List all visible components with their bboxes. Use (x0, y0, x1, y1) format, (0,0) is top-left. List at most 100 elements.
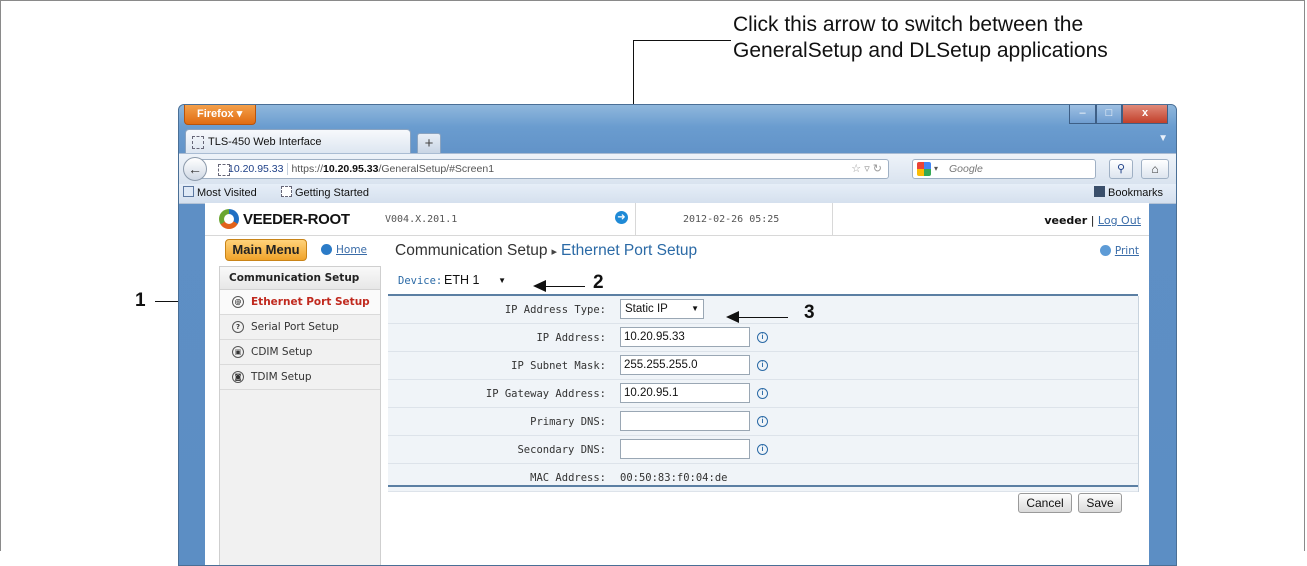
form-row-ip-address: IP Address: 10.20.95.33 i (388, 324, 1138, 352)
url-path: /GeneralSetup/#Screen1 (378, 163, 495, 175)
info-icon[interactable]: i (757, 444, 768, 455)
search-placeholder: Google (949, 163, 983, 175)
system-datetime: 2012-02-26 05:25 (683, 214, 780, 225)
secondary-dns-field[interactable] (620, 439, 750, 459)
chevron-down-icon: ▼ (498, 276, 506, 285)
app-header: VEEDER-ROOT V004.X.201.1 ➜ 2012-02-26 05… (205, 203, 1149, 236)
browser-tab[interactable]: TLS-450 Web Interface (185, 129, 411, 153)
bookmark-most-visited[interactable]: Most Visited (183, 184, 257, 203)
close-window-button[interactable]: x (1122, 105, 1168, 124)
search-engine-dropdown-icon[interactable]: ▾ (934, 160, 938, 178)
form-row-mac-address: MAC Address: 00:50:83:f0:04:de (388, 464, 1138, 492)
cancel-button[interactable]: Cancel (1018, 493, 1072, 513)
google-search-engine-icon[interactable] (917, 162, 931, 176)
breadcrumb-parent: Communication Setup (395, 242, 548, 259)
home-link[interactable]: Home (321, 244, 367, 256)
bookmarks-icon (1094, 186, 1105, 197)
logo-mark-icon (219, 209, 239, 229)
marker-2: 2 (593, 272, 604, 293)
info-icon[interactable]: i (757, 416, 768, 427)
tdim-icon: ◙ (232, 371, 244, 383)
new-tab-button[interactable]: + (417, 133, 441, 154)
bookmark-star-icon[interactable]: ☆ (851, 163, 861, 175)
info-icon[interactable]: i (757, 360, 768, 371)
back-button[interactable]: ← (183, 157, 207, 181)
folder-icon (183, 186, 194, 197)
home-circle-icon (321, 244, 332, 255)
url-bar-actions: ☆ ▿ ↻ (851, 160, 882, 178)
form-footer-rule (388, 485, 1138, 487)
main-menu-button[interactable]: Main Menu (225, 239, 307, 261)
bookmarks-menu-button[interactable]: Bookmarks (1094, 184, 1163, 203)
cdim-icon: ▣ (232, 346, 244, 358)
ethernet-settings-form: IP Address Type: Static IP ▼ IP Address: … (388, 296, 1139, 492)
form-row-secondary-dns: Secondary DNS: i (388, 436, 1138, 464)
user-area: veeder | Log Out (1044, 214, 1141, 227)
ip-address-type-select[interactable]: Static IP ▼ (620, 299, 704, 319)
ip-address-type-value: Static IP (625, 303, 668, 315)
gateway-address-field[interactable]: 10.20.95.1 (620, 383, 750, 403)
search-input[interactable]: ▾ Google (912, 159, 1096, 179)
minimize-button[interactable]: – (1069, 105, 1096, 124)
bookmark-getting-started[interactable]: Getting Started (281, 184, 369, 203)
print-label: Print (1114, 245, 1139, 257)
sidebar-item-tdim-setup[interactable]: ◙ TDIM Setup (220, 365, 380, 390)
site-identity[interactable]: 10.20.95.33 (228, 163, 289, 175)
url-bar[interactable]: 10.20.95.33 https://10.20.95.33/GeneralSe… (201, 159, 889, 179)
sidebar-item-serial-port-setup[interactable]: ? Serial Port Setup (220, 315, 380, 340)
field-label: Primary DNS: (530, 416, 606, 428)
ethernet-icon: @ (232, 296, 244, 308)
device-select[interactable]: ETH 1 ▼ (441, 271, 511, 289)
print-link[interactable]: Print (1099, 245, 1139, 257)
mac-address-value: 00:50:83:f0:04:de (620, 472, 728, 484)
sidebar-item-ethernet-port-setup[interactable]: @ Ethernet Port Setup (220, 290, 380, 315)
url-host: 10.20.95.33 (322, 163, 379, 175)
firefox-menu-button[interactable]: Firefox ▾ (184, 105, 256, 125)
web-page: VEEDER-ROOT V004.X.201.1 ➜ 2012-02-26 05… (205, 203, 1149, 565)
subnet-mask-field[interactable]: 255.255.255.0 (620, 355, 750, 375)
sidebar-item-label: Serial Port Setup (251, 321, 339, 333)
bookmarks-menu-label: Bookmarks (1108, 187, 1164, 199)
marker-1: 1 (135, 290, 146, 311)
breadcrumb-separator-icon: ▸ (551, 246, 558, 258)
device-label: Device: (398, 275, 443, 287)
logout-link[interactable]: Log Out (1098, 214, 1141, 227)
form-row-subnet-mask: IP Subnet Mask: 255.255.255.0 i (388, 352, 1138, 380)
home-icon: ⌂ (1151, 162, 1159, 176)
form-row-primary-dns: Primary DNS: i (388, 408, 1138, 436)
navigation-bar: 10.20.95.33 https://10.20.95.33/GeneralSe… (179, 153, 1176, 185)
main-content: Device: ETH 1 ▼ IP Address Type: Static I… (388, 266, 1139, 565)
marker-3: 3 (804, 302, 815, 323)
home-button[interactable]: ⌂ (1141, 159, 1169, 179)
chevron-down-icon: ▼ (691, 304, 699, 313)
search-button[interactable]: ⚲ (1109, 159, 1133, 179)
info-icon[interactable]: i (757, 332, 768, 343)
reload-icon[interactable]: ↻ (873, 163, 882, 175)
sidebar-item-cdim-setup[interactable]: ▣ CDIM Setup (220, 340, 380, 365)
callout-text: Click this arrow to switch between the G… (733, 12, 1108, 64)
maximize-button[interactable]: □ (1096, 105, 1122, 124)
callout-leader-horizontal (633, 40, 731, 41)
home-link-label: Home (336, 244, 368, 256)
info-icon[interactable]: i (757, 388, 768, 399)
field-label: Secondary DNS: (517, 444, 606, 456)
tab-list-icon[interactable]: ▼ (1158, 133, 1168, 144)
firefox-menu-label: Firefox (197, 108, 234, 120)
browser-window: Firefox ▾ – □ x TLS-450 Web Interface + … (178, 104, 1177, 566)
sidebar-heading: Communication Setup (220, 267, 380, 290)
history-dropdown-icon[interactable]: ▿ (864, 163, 870, 175)
switch-application-arrow-icon[interactable]: ➜ (615, 211, 628, 224)
save-button[interactable]: Save (1078, 493, 1122, 513)
bookmarks-toolbar: Most Visited Getting Started Bookmarks (179, 184, 1176, 204)
field-label: IP Address: (536, 332, 606, 344)
sidebar: Communication Setup @ Ethernet Port Setup… (219, 266, 381, 565)
bookmark-label: Getting Started (295, 187, 369, 199)
field-label: IP Gateway Address: (485, 388, 606, 400)
device-value: ETH 1 (444, 273, 480, 287)
ip-address-field[interactable]: 10.20.95.33 (620, 327, 750, 347)
page-icon (192, 136, 204, 149)
back-arrow-icon: ← (188, 161, 202, 177)
field-label: IP Address Type: (504, 304, 606, 316)
primary-dns-field[interactable] (620, 411, 750, 431)
form-row-ip-address-type: IP Address Type: Static IP ▼ (388, 296, 1138, 324)
